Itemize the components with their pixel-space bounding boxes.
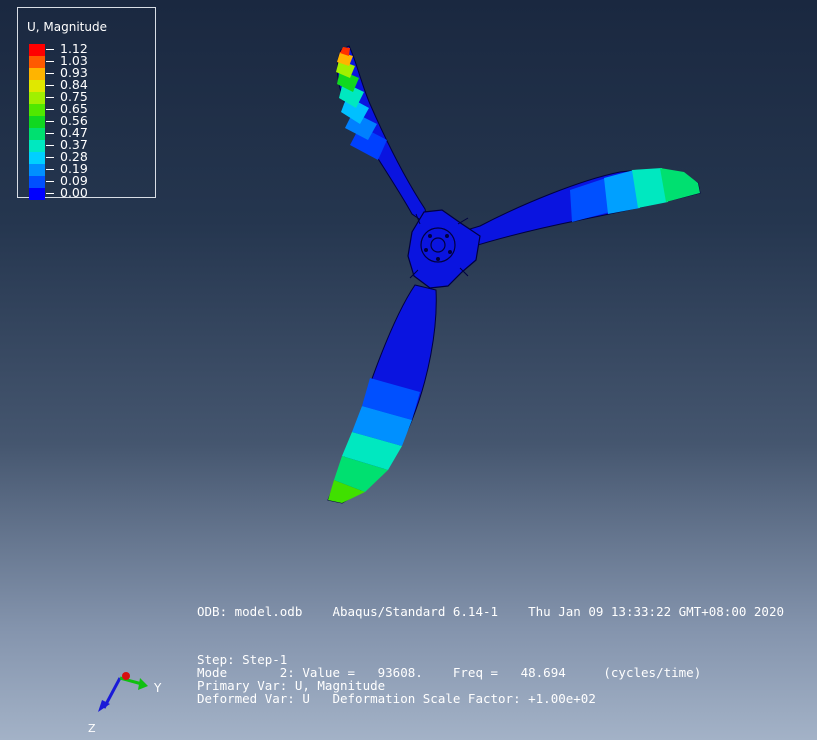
legend-swatch bbox=[29, 104, 45, 116]
legend-tick bbox=[46, 109, 54, 110]
triad-y-label: Y bbox=[153, 681, 162, 695]
legend-entry: 0.65 bbox=[29, 102, 149, 116]
view-triad: Y Z bbox=[88, 672, 162, 735]
odb-info-line: ODB: model.odb Abaqus/Standard 6.14-1 Th… bbox=[197, 604, 784, 619]
legend-tick bbox=[46, 157, 54, 158]
legend-swatch bbox=[29, 152, 45, 164]
blade-right bbox=[459, 168, 701, 249]
legend-swatch bbox=[29, 140, 45, 152]
legend-tick bbox=[46, 121, 54, 122]
legend-entry: 0.47 bbox=[29, 126, 149, 140]
legend-tick bbox=[46, 85, 54, 86]
legend-entry: 0.09 bbox=[29, 174, 149, 188]
legend-swatch bbox=[29, 56, 45, 68]
legend-entry: 0.28 bbox=[29, 150, 149, 164]
legend-entry: 0.93 bbox=[29, 66, 149, 80]
legend-tick bbox=[46, 97, 54, 98]
legend-entry: 0.56 bbox=[29, 114, 149, 128]
legend-tick bbox=[46, 49, 54, 50]
legend-tick bbox=[46, 145, 54, 146]
blade-upper-left bbox=[336, 45, 429, 227]
legend-swatch bbox=[29, 164, 45, 176]
legend-swatch bbox=[29, 68, 45, 80]
legend-tick bbox=[46, 193, 54, 194]
legend-swatch bbox=[29, 116, 45, 128]
blade-lower bbox=[327, 284, 437, 504]
legend-entry: 0.37 bbox=[29, 138, 149, 152]
legend-entry: 0.19 bbox=[29, 162, 149, 176]
legend-swatch bbox=[29, 44, 45, 56]
legend-swatch bbox=[29, 188, 45, 200]
legend-entry: 1.12 bbox=[29, 42, 149, 56]
legend-tick bbox=[46, 73, 54, 74]
legend-tick bbox=[46, 61, 54, 62]
deformed-var-line: Deformed Var: U Deformation Scale Factor… bbox=[197, 691, 596, 706]
legend-swatch bbox=[29, 80, 45, 92]
legend-entry: 1.03 bbox=[29, 54, 149, 68]
legend-entry: 0.84 bbox=[29, 78, 149, 92]
legend-tick bbox=[46, 181, 54, 182]
legend-value: 0.00 bbox=[60, 185, 88, 200]
legend-tick bbox=[46, 169, 54, 170]
legend-swatch bbox=[29, 128, 45, 140]
legend-entry: 0.00 bbox=[29, 185, 149, 200]
legend-entry: 0.75 bbox=[29, 90, 149, 104]
legend-swatch bbox=[29, 176, 45, 188]
triad-z-label: Z bbox=[88, 722, 96, 735]
x-axis-icon bbox=[122, 672, 130, 680]
legend-title: U, Magnitude bbox=[27, 20, 107, 34]
contour-legend: U, Magnitude 1.12 1.03 0.93 0.84 0.75 0.65 0.5… bbox=[17, 7, 156, 200]
propeller-hub bbox=[407, 209, 481, 289]
legend-tick bbox=[46, 133, 54, 134]
legend-swatch bbox=[29, 92, 45, 104]
